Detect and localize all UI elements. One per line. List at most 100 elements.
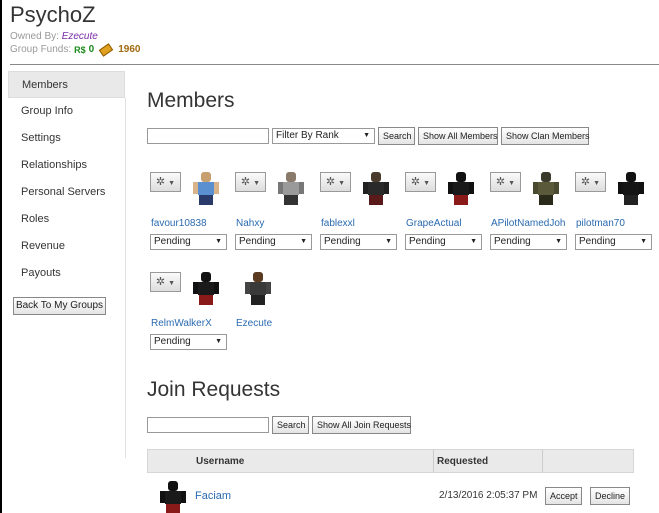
sidebar-item-roles[interactable]: Roles (8, 206, 125, 233)
member-avatar[interactable] (362, 172, 390, 206)
rank-value: Pending (154, 236, 191, 247)
member-avatar[interactable] (277, 172, 305, 206)
accept-button[interactable]: Accept (545, 487, 582, 505)
column-username: Username (196, 456, 245, 467)
chevron-down-icon: ▼ (215, 338, 222, 345)
chevron-down-icon: ▼ (363, 132, 370, 139)
gear-icon: ✲ (495, 176, 506, 188)
rank-value: Pending (409, 236, 446, 247)
member-card: ✲ ▼ Nahxy Pending ▼ (232, 172, 312, 257)
member-name-link[interactable]: RelmWalkerX (151, 318, 212, 329)
member-avatar[interactable] (532, 172, 560, 206)
group-name: PsychoZ (10, 2, 96, 27)
rank-value: Pending (494, 236, 531, 247)
member-search-input[interactable] (147, 128, 269, 144)
tickets-icon (99, 42, 114, 57)
owner-link[interactable]: Ezecute (62, 31, 98, 42)
sidebar-item-group-info[interactable]: Group Info (8, 98, 125, 125)
filter-by-rank-select[interactable]: Filter By Rank ▼ (272, 128, 375, 144)
member-options-button[interactable]: ✲ ▼ (575, 172, 606, 192)
chevron-down-icon: ▼ (555, 238, 562, 245)
funds-label: Group Funds: (10, 44, 72, 55)
gear-icon: ✲ (325, 176, 336, 188)
join-requests-table-header: Username Requested (147, 449, 634, 473)
member-rank-select[interactable]: Pending ▼ (235, 234, 312, 250)
member-avatar[interactable] (244, 272, 272, 306)
member-name-link[interactable]: favour10838 (151, 218, 207, 229)
member-name-link[interactable]: GrapeActual (406, 218, 462, 229)
show-clan-members-button[interactable]: Show Clan Members (501, 127, 590, 145)
robux-amount: 0 (88, 44, 95, 55)
join-request-search-input[interactable] (147, 417, 269, 433)
sidebar-divider (125, 98, 126, 458)
member-search-button[interactable]: Search (378, 127, 415, 145)
gear-icon: ✲ (155, 176, 166, 188)
member-avatar[interactable] (617, 172, 645, 206)
member-card: ✲ ▼ fablexxl Pending ▼ (317, 172, 397, 257)
rank-value: Pending (324, 236, 361, 247)
chevron-down-icon: ▼ (215, 238, 222, 245)
member-options-button[interactable]: ✲ ▼ (235, 172, 266, 192)
sidebar-item-payouts[interactable]: Payouts (8, 260, 125, 287)
rank-value: Pending (239, 236, 276, 247)
gear-icon: ✲ (580, 176, 591, 188)
window-edge (0, 0, 2, 513)
show-all-join-requests-button[interactable]: Show All Join Requests (312, 416, 411, 434)
robux-icon: R$ (74, 44, 86, 55)
chevron-down-icon: ▼ (300, 238, 307, 245)
member-card: ✲ ▼ GrapeActual Pending ▼ (402, 172, 482, 257)
member-options-button[interactable]: ✲ ▼ (405, 172, 436, 192)
header-divider (10, 64, 659, 65)
member-name-link[interactable]: Nahxy (236, 218, 264, 229)
sidebar-item-relationships[interactable]: Relationships (8, 152, 125, 179)
member-options-button[interactable]: ✲ ▼ (150, 272, 181, 292)
join-request-search-button[interactable]: Search (272, 416, 309, 434)
member-rank-select[interactable]: Pending ▼ (575, 234, 652, 250)
requester-avatar[interactable] (159, 481, 187, 513)
owner-line: Owned By: Ezecute (10, 31, 140, 42)
sidebar-item-settings[interactable]: Settings (8, 125, 125, 152)
member-rank-select[interactable]: Pending ▼ (150, 334, 227, 350)
member-rank-select[interactable]: Pending ▼ (490, 234, 567, 250)
rank-value: Pending (154, 336, 191, 347)
gear-icon: ✲ (410, 176, 421, 188)
member-avatar[interactable] (447, 172, 475, 206)
group-funds: Group Funds: R$ 0 1960 (10, 42, 141, 57)
member-avatar[interactable] (192, 172, 220, 206)
rank-value: Pending (579, 236, 616, 247)
member-card: ✲ ▼ APilotNamedJoh Pending ▼ (487, 172, 567, 257)
member-rank-select[interactable]: Pending ▼ (320, 234, 397, 250)
chevron-down-icon: ▼ (470, 238, 477, 245)
column-requested: Requested (437, 456, 489, 467)
member-name-link[interactable]: APilotNamedJoh (491, 218, 565, 229)
group-header: PsychoZ Owned By: Ezecute Group Funds: R… (10, 2, 141, 57)
tickets-amount: 1960 (118, 44, 141, 55)
gear-icon: ✲ (155, 276, 166, 288)
requester-username-link[interactable]: Faciam (195, 490, 231, 502)
member-card: ✲ ▼ pilotman70 Pending ▼ (572, 172, 652, 257)
member-name-link[interactable]: fablexxl (321, 218, 355, 229)
sidebar-item-personal-servers[interactable]: Personal Servers (8, 179, 125, 206)
member-rank-select[interactable]: Pending ▼ (150, 234, 227, 250)
member-options-button[interactable]: ✲ ▼ (490, 172, 521, 192)
show-all-members-button[interactable]: Show All Members (418, 127, 498, 145)
request-date: 2/13/2016 2:05:37 PM (439, 490, 538, 501)
member-options-button[interactable]: ✲ ▼ (150, 172, 181, 192)
member-card: Ezecute (232, 272, 312, 357)
chevron-down-icon: ▼ (640, 238, 647, 245)
back-to-my-groups-button[interactable]: Back To My Groups (13, 297, 106, 315)
decline-button[interactable]: Decline (590, 487, 630, 505)
member-card: ✲ ▼ favour10838 Pending ▼ (147, 172, 227, 257)
sidebar-item-members[interactable]: Members (8, 71, 125, 98)
member-rank-select[interactable]: Pending ▼ (405, 234, 482, 250)
member-options-button[interactable]: ✲ ▼ (320, 172, 351, 192)
gear-icon: ✲ (240, 176, 251, 188)
members-title: Members (147, 89, 235, 112)
sidebar: Members Group Info Settings Relationship… (8, 71, 125, 287)
chevron-down-icon: ▼ (385, 238, 392, 245)
member-name-link[interactable]: Ezecute (236, 318, 272, 329)
sidebar-item-revenue[interactable]: Revenue (8, 233, 125, 260)
member-card: ✲ ▼ RelmWalkerX Pending ▼ (147, 272, 227, 357)
member-avatar[interactable] (192, 272, 220, 306)
member-name-link[interactable]: pilotman70 (576, 218, 625, 229)
